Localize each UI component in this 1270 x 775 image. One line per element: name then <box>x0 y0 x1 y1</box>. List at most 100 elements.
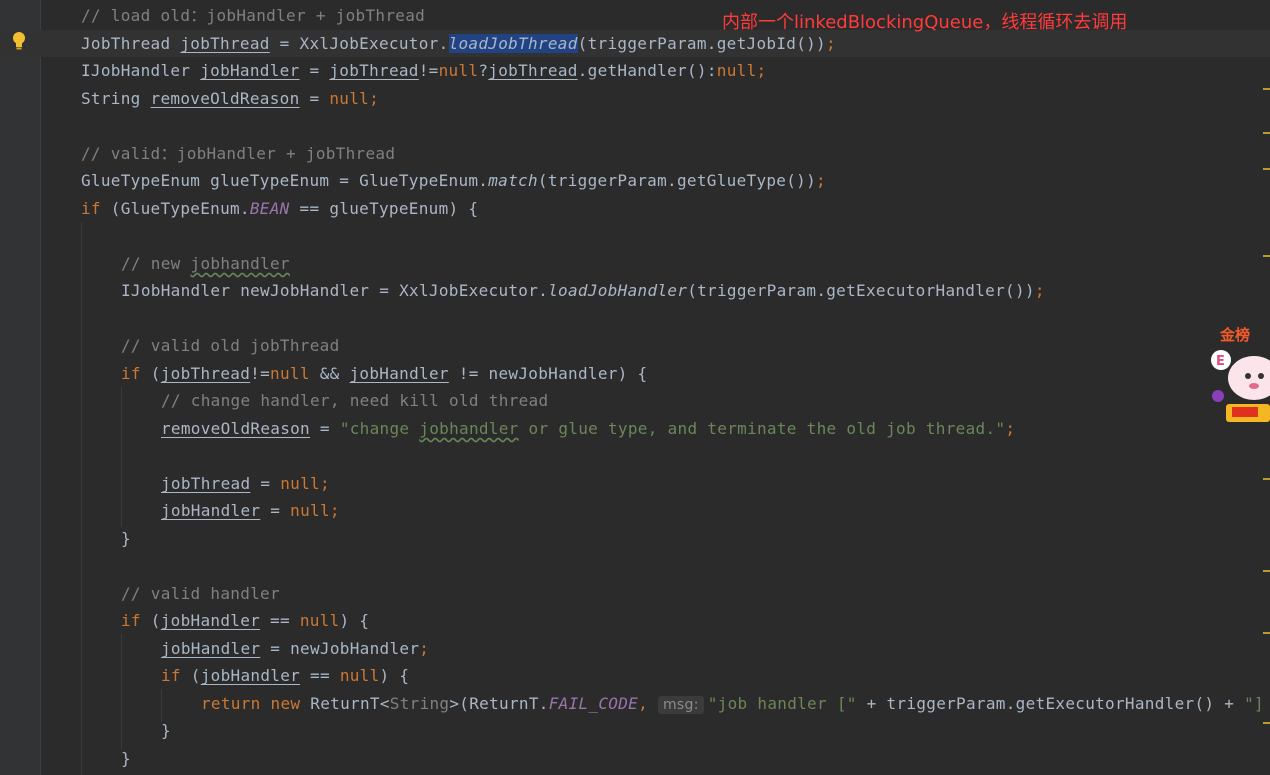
keyword: null <box>280 474 320 493</box>
string: "job handler [" <box>707 694 857 713</box>
keyword: if <box>121 611 141 630</box>
semicolon: ; <box>1034 281 1045 300</box>
code-line: jobHandler = newJobHandler; <box>161 635 429 662</box>
code-line: if (jobHandler == null) { <box>161 662 409 689</box>
token: ) { <box>379 666 410 685</box>
token: ( <box>180 666 201 685</box>
code-line: if (GlueTypeEnum.BEAN == glueTypeEnum) { <box>81 195 478 222</box>
token: ( <box>140 611 161 630</box>
code-line: IJobHandler newJobHandler = XxlJobExecut… <box>121 277 1045 304</box>
comment: // valid handler <box>121 584 280 603</box>
token: (GlueTypeEnum. <box>100 199 250 218</box>
token: != <box>250 364 271 383</box>
token: != <box>418 61 439 80</box>
warning-marker[interactable] <box>1263 88 1270 90</box>
code-line: jobHandler = null; <box>161 497 340 524</box>
variable: jobThread <box>180 34 270 53</box>
string-typo: jobhandler <box>419 419 519 438</box>
semicolon: ; <box>816 171 826 190</box>
code-line: } <box>121 745 131 772</box>
variable: jobHandler <box>200 666 301 685</box>
warning-marker[interactable] <box>1263 632 1270 634</box>
comment: // new <box>121 254 191 273</box>
variable: jobHandler <box>200 61 300 80</box>
token: GlueTypeEnum glueTypeEnum = GlueTypeEnum… <box>81 171 489 190</box>
keyword: null <box>716 61 757 80</box>
string: "change <box>339 419 420 438</box>
code-line: // change handler, need kill old thread <box>161 387 548 414</box>
code-line: if (jobThread!=null && jobHandler != new… <box>121 360 647 387</box>
code-line: IJobHandler jobHandler = jobThread!= null… <box>81 57 766 84</box>
warning-marker[interactable] <box>1263 132 1270 134</box>
keyword: null <box>339 666 380 685</box>
indent-guide <box>121 387 122 527</box>
token: = <box>299 61 330 80</box>
sticker-text: 金榜 <box>1219 326 1250 344</box>
semicolon: ; <box>756 61 767 80</box>
brace: } <box>121 749 131 768</box>
token: + triggerParam.getExecutorHandler() + <box>856 694 1245 713</box>
annotation-text: 内部一个linkedBlockingQueue，线程循环去调用 <box>722 12 1128 33</box>
constant: FAIL_CODE <box>548 694 639 713</box>
warning-marker[interactable] <box>1263 722 1270 724</box>
keyword: if <box>161 666 181 685</box>
variable: jobThread <box>161 474 251 493</box>
code-line: JobThread jobThread = XxlJobExecutor.loa… <box>81 30 836 57</box>
lightbulb-icon[interactable] <box>11 31 27 51</box>
token: IJobHandler <box>81 61 201 80</box>
keyword: null <box>329 89 370 108</box>
token: = <box>260 501 291 520</box>
token: ) { <box>339 611 370 630</box>
warning-marker[interactable] <box>1263 255 1270 257</box>
token: == <box>260 611 300 630</box>
comment: // valid old jobThread <box>121 336 340 355</box>
keyword: null <box>290 501 330 520</box>
warning-marker[interactable] <box>1263 478 1270 480</box>
code-line: // valid：jobHandler + jobThread <box>81 140 395 167</box>
variable: jobHandler <box>161 639 261 658</box>
semicolon: ; <box>369 89 380 108</box>
variable: jobHandler <box>160 611 261 630</box>
token: != newJobHandler) { <box>448 364 648 383</box>
code-line: } <box>121 525 131 552</box>
keyword: return <box>201 694 261 713</box>
static-method: match <box>488 171 538 190</box>
code-line: // load old：jobHandler + jobThread <box>81 2 425 29</box>
semicolon: ; <box>419 639 430 658</box>
token: >(ReturnT. <box>449 694 549 713</box>
comma: , <box>638 694 658 713</box>
comment: // change handler, need kill old thread <box>161 391 549 410</box>
keyword: null <box>299 611 340 630</box>
token: ReturnT< <box>300 694 390 713</box>
code-line: removeOldReason = "change jobhandler or … <box>161 415 1015 442</box>
code-line: GlueTypeEnum glueTypeEnum = GlueTypeEnum… <box>81 167 826 194</box>
token: ? <box>478 61 489 80</box>
warning-marker[interactable] <box>1263 570 1270 572</box>
warning-marker[interactable] <box>1263 168 1270 170</box>
token: .getHandler(): <box>577 61 717 80</box>
semicolon: ; <box>319 474 330 493</box>
svg-text:E: E <box>1216 354 1225 369</box>
comment-typo: jobhandler <box>190 254 290 273</box>
token: = newJobHandler <box>260 639 420 658</box>
token: = XxlJobExecutor. <box>269 34 449 53</box>
code-line: jobThread = null; <box>161 470 330 497</box>
parameter-hint: msg: <box>657 696 704 714</box>
token: = <box>250 474 281 493</box>
variable: jobThread <box>329 61 419 80</box>
generic-type: String <box>389 694 450 713</box>
variable: removeOldReason <box>161 419 310 438</box>
indent-guide <box>81 222 82 775</box>
static-method: loadJobHandler <box>548 281 688 300</box>
editor-gutter[interactable] <box>0 0 41 775</box>
semicolon: ; <box>329 501 340 520</box>
token: && <box>309 364 350 383</box>
code-line: if (jobHandler == null) { <box>121 607 369 634</box>
comment: // load old：jobHandler + jobThread <box>81 6 426 25</box>
selected-method: loadJobThread <box>448 34 578 53</box>
keyword: null <box>270 364 310 383</box>
brace: } <box>161 721 171 740</box>
token: = <box>310 419 340 438</box>
code-line: // new jobhandler <box>121 250 290 277</box>
